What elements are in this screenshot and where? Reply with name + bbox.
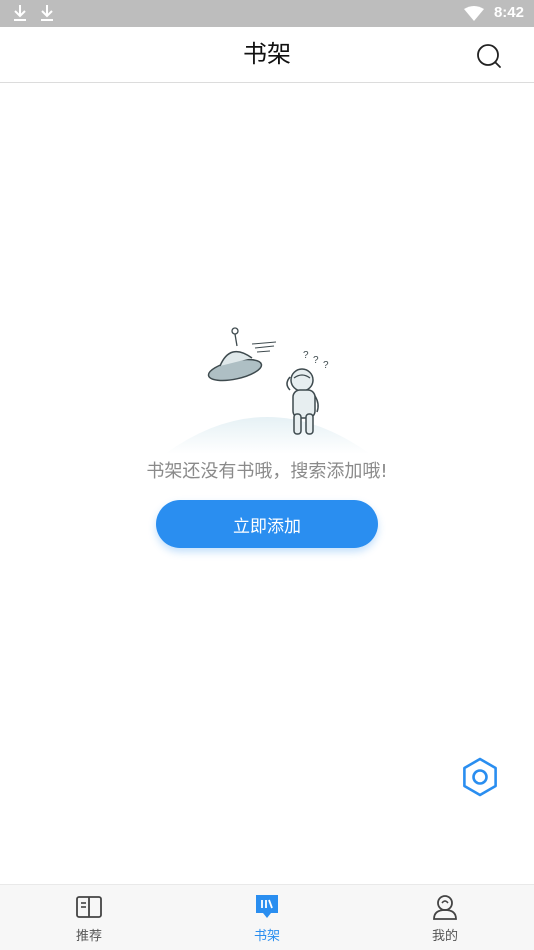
svg-text:?: ? xyxy=(303,350,309,361)
wifi-icon xyxy=(464,6,484,21)
add-now-button[interactable]: 立即添加 xyxy=(156,500,378,548)
search-icon[interactable] xyxy=(474,41,504,71)
svg-text:?: ? xyxy=(313,355,319,366)
gear-icon[interactable] xyxy=(459,756,501,798)
bookshelf-icon xyxy=(256,895,278,918)
download-icon xyxy=(14,5,26,21)
tab-recommend[interactable]: 推荐 xyxy=(0,885,178,950)
tab-bookshelf[interactable]: 书架 xyxy=(178,885,356,950)
tab-mine-label: 我的 xyxy=(431,929,458,944)
page-title: 书架 xyxy=(243,40,291,68)
bottom-nav: 推荐 书架 我的 xyxy=(0,884,534,950)
ufo-astronaut-illustration: ? ? ? xyxy=(165,327,370,454)
empty-message: 书架还没有书哦，搜索添加哦! xyxy=(146,461,388,482)
status-time: 8:42 xyxy=(493,4,524,21)
status-bar: 8:42 xyxy=(0,0,534,27)
download-icon xyxy=(41,5,53,21)
book-open-icon xyxy=(76,896,102,918)
tab-bookshelf-label: 书架 xyxy=(253,929,280,944)
profile-icon xyxy=(433,895,457,920)
tab-recommend-label: 推荐 xyxy=(75,929,102,944)
svg-text:?: ? xyxy=(323,360,329,371)
app-bar: 书架 xyxy=(0,27,534,83)
tab-mine[interactable]: 我的 xyxy=(356,885,534,950)
